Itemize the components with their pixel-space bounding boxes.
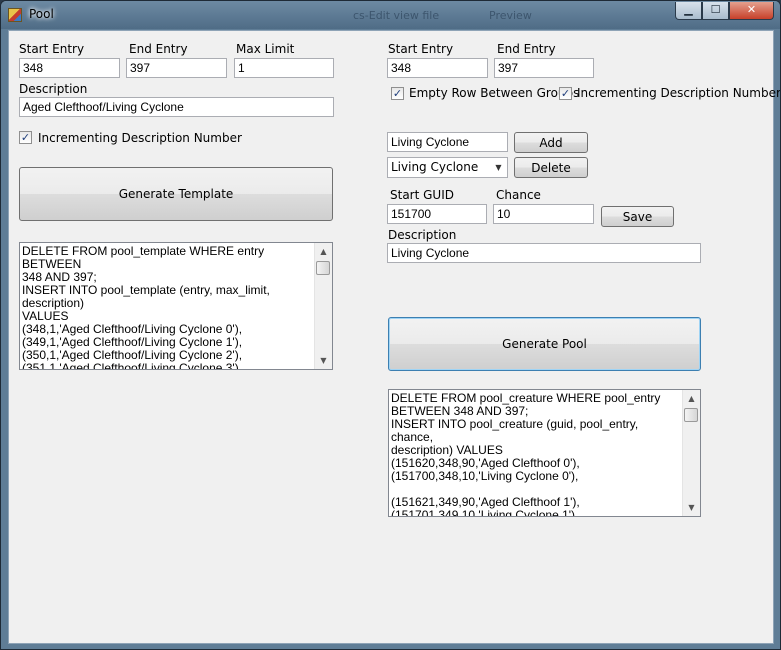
- close-button[interactable]: ✕: [729, 2, 774, 20]
- add-button[interactable]: Add: [514, 132, 588, 153]
- window-title: Pool: [29, 7, 54, 21]
- title-bar[interactable]: Pool cs-Edit view file Preview ▁ ☐ ✕: [1, 1, 780, 29]
- generate-template-button[interactable]: Generate Template: [19, 167, 333, 221]
- scroll-down-icon[interactable]: ▼: [315, 352, 332, 369]
- pool-end-entry-input[interactable]: 397: [494, 58, 594, 78]
- client-area: Start Entry 348 End Entry 397 Max Limit …: [8, 30, 780, 644]
- chevron-down-icon[interactable]: ▼: [490, 158, 507, 177]
- background-window-text: Preview: [489, 9, 532, 22]
- pool-output-textbox[interactable]: DELETE FROM pool_creature WHERE pool_ent…: [388, 389, 701, 517]
- creature-name-input[interactable]: Living Cyclone: [387, 132, 508, 152]
- template-start-entry-input[interactable]: 348: [19, 58, 120, 78]
- empty-row-checkbox[interactable]: ✓: [391, 87, 404, 100]
- generate-pool-button[interactable]: Generate Pool: [388, 317, 701, 371]
- pool-incrementing-label: Incrementing Description Number: [577, 86, 781, 100]
- creature-select[interactable]: Living Cyclone ▼: [387, 157, 508, 178]
- pool-window: Pool cs-Edit view file Preview ▁ ☐ ✕ Sta…: [0, 0, 781, 650]
- max-limit-label: Max Limit: [236, 42, 295, 56]
- delete-button[interactable]: Delete: [514, 157, 588, 178]
- save-button[interactable]: Save: [601, 206, 674, 227]
- max-limit-input[interactable]: 1: [234, 58, 334, 78]
- pool-output-scrollbar[interactable]: ▲ ▼: [682, 390, 700, 516]
- pool-description-input[interactable]: Living Cyclone: [387, 243, 701, 263]
- pool-start-entry-input[interactable]: 348: [387, 58, 488, 78]
- template-description-input[interactable]: Aged Clefthoof/Living Cyclone: [19, 97, 334, 117]
- background-window-text: cs-Edit view file: [353, 9, 440, 22]
- template-start-entry-label: Start Entry: [19, 42, 85, 56]
- chance-label: Chance: [496, 188, 541, 202]
- scrollbar-thumb[interactable]: [684, 408, 698, 422]
- pool-incrementing-checkbox[interactable]: ✓: [559, 87, 572, 100]
- start-guid-label: Start GUID: [390, 188, 454, 202]
- template-description-label: Description: [19, 82, 88, 96]
- pool-end-entry-label: End Entry: [497, 42, 556, 56]
- template-output-textbox[interactable]: DELETE FROM pool_template WHERE entry BE…: [19, 242, 333, 370]
- pool-output-text: DELETE FROM pool_creature WHERE pool_ent…: [391, 391, 661, 517]
- scroll-up-icon[interactable]: ▲: [315, 243, 332, 260]
- scroll-down-icon[interactable]: ▼: [683, 499, 700, 516]
- minimize-button[interactable]: ▁: [675, 2, 702, 20]
- empty-row-label: Empty Row Between Groups: [409, 86, 580, 100]
- app-icon: [8, 8, 22, 22]
- template-output-scrollbar[interactable]: ▲ ▼: [314, 243, 332, 369]
- pool-description-label: Description: [388, 228, 457, 242]
- chance-input[interactable]: 10: [493, 204, 594, 224]
- pool-start-entry-label: Start Entry: [388, 42, 454, 56]
- template-end-entry-label: End Entry: [129, 42, 188, 56]
- template-incrementing-label: Incrementing Description Number: [38, 131, 242, 145]
- scroll-up-icon[interactable]: ▲: [683, 390, 700, 407]
- maximize-button[interactable]: ☐: [702, 2, 729, 20]
- template-end-entry-input[interactable]: 397: [126, 58, 227, 78]
- template-incrementing-checkbox[interactable]: ✓: [19, 131, 32, 144]
- creature-select-value: Living Cyclone: [391, 160, 479, 174]
- start-guid-input[interactable]: 151700: [387, 204, 487, 224]
- template-output-text: DELETE FROM pool_template WHERE entry BE…: [22, 244, 270, 370]
- scrollbar-thumb[interactable]: [316, 261, 330, 275]
